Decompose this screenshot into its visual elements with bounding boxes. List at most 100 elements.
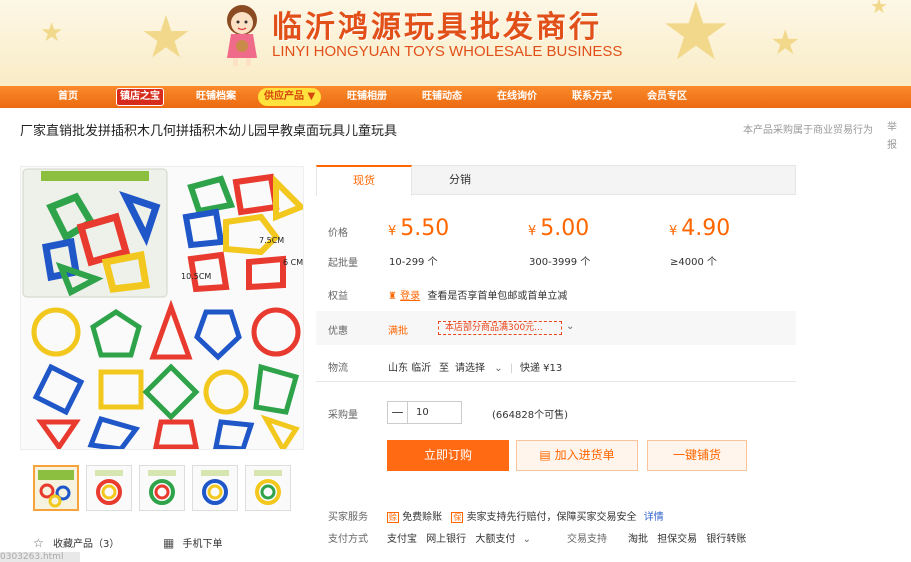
gift-icon: ♜ [388,291,397,302]
clipboard-icon: ▤ [539,448,551,462]
tier-qty-3: ≥4000 个 [670,257,718,268]
star-decoration-icon: ★ [770,23,801,63]
shop-banner: ★ ★ ★ ★ ★ 临沂鸿源玩具批发商行 LINYI HONGYUAN TOYS… [0,0,911,86]
chevron-down-icon[interactable]: ⌄ [566,321,574,332]
shop-name-en: LINYI HONGYUAN TOYS WHOLESALE BUSINESS [272,43,623,60]
star-icon: ☆ [33,536,44,550]
nav-inquiry[interactable]: 在线询价 [497,86,537,108]
price-tier-2: ¥5.00 [528,216,589,241]
logistics-label: 物流 [328,363,348,374]
doll-logo-icon [227,5,257,66]
stock-count: (664828个可售) [492,410,568,421]
destination-select[interactable]: 请选择 ⌄ | [455,359,513,374]
express-fee: 快递 ¥13 [520,363,563,374]
thumbnail-1[interactable] [33,465,79,511]
payment-label: 支付方式 [328,534,368,545]
blocks-photo: 7.5CM 10.5CM 6 CM [21,167,303,449]
promo-tag: 满批 [388,326,408,337]
thumbnail-2[interactable] [86,465,132,511]
nav-home[interactable]: 首页 [58,86,78,108]
product-title: 厂家直销批发拼插积木几何拼插积木幼儿园早教桌面玩具儿童玩具 [20,124,398,139]
service-row: 赊 免费赊账 保 卖家支持先行赔付，保障买家交易安全 详情 [387,508,664,523]
chevron-down-icon: ⌄ [494,363,503,374]
favorite-button[interactable]: ☆ 收藏产品（3） [33,535,119,550]
price-value: 5.50 [400,216,450,241]
nav-contact[interactable]: 联系方式 [572,86,612,108]
dimension-label-3: 6 CM [283,258,303,267]
dimension-label-2: 10.5CM [181,272,211,281]
one-click-distribute-button[interactable]: 一键铺货 [647,440,747,471]
payment-alipay: 支付宝 [387,534,417,545]
price-tier-3: ¥4.90 [669,216,730,241]
mobile-order-button[interactable]: ▦ 手机下单 [163,535,223,550]
favorite-label: 收藏产品（3） [52,539,120,550]
add-to-cart-button[interactable]: ▤ 加入进货单 [516,440,638,471]
nav-profile[interactable]: 旺铺档案 [196,86,236,108]
quantity-input[interactable]: 10 [416,402,429,423]
mobile-order-label: 手机下单 [182,539,223,550]
divider: | [509,363,514,374]
nav-member[interactable]: 会员专区 [647,86,687,108]
currency-symbol: ¥ [528,224,537,239]
thumbnail-3[interactable] [139,465,185,511]
star-decoration-icon: ★ [660,0,732,78]
rights-text: 查看是否享首单包邮或首单立减 [427,291,568,302]
coupon-badge[interactable]: 本店部分商品满300元... [438,321,562,335]
price-tier-1: ¥5.50 [388,216,449,241]
trade-method-1: 淘批 [628,534,648,545]
ship-to-word: 至 [439,363,449,374]
nav-products-dropdown[interactable]: 供应产品 ▼ [258,88,322,106]
rights-row: ♜ 登录 查看是否享首单包邮或首单立减 [388,287,567,302]
service-label: 买家服务 [328,512,368,523]
service-item-2: 卖家支持先行赔付，保障买家交易安全 [466,512,637,523]
currency-symbol: ¥ [388,224,397,239]
dimension-label-1: 7.5CM [259,236,284,245]
rights-label: 权益 [328,291,348,302]
credit-icon: 赊 [387,512,399,523]
payment-large[interactable]: 大额支付 [475,534,515,545]
nav-album[interactable]: 旺铺相册 [347,86,387,108]
thumb-image-3 [140,466,184,510]
buy-now-button[interactable]: 立即订购 [387,440,509,471]
divider-line [316,381,796,382]
tab-distribution[interactable]: 分销 [412,165,508,195]
thumbnail-4[interactable] [192,465,238,511]
moq-label: 起批量 [328,258,358,269]
promo-label: 优惠 [328,326,348,337]
quantity-label: 采购量 [328,410,358,421]
chevron-down-icon[interactable]: ⌄ [523,534,531,545]
login-link[interactable]: 登录 [400,291,420,302]
service-detail-link[interactable]: 详情 [644,512,664,523]
star-decoration-icon: ★ [40,18,64,48]
nav-treasure[interactable]: 镇店之宝 [116,88,164,106]
price-value: 5.00 [540,216,590,241]
star-decoration-icon: ★ [140,3,192,71]
thumb-image-4 [193,466,237,510]
tab-spot[interactable]: 现货 [316,165,412,196]
thumb-image-5 [246,466,290,510]
qr-code-icon: ▦ [163,536,175,550]
quantity-stepper: — 10 [387,401,462,424]
trade-method-2: 担保交易 [657,534,698,545]
nav-news[interactable]: 旺铺动态 [422,86,462,108]
thumb-image-1 [35,467,77,509]
trade-method-3: 银行转账 [706,534,747,545]
sale-type-tabs: 现货 分销 [316,165,796,196]
payment-online-bank: 网上银行 [426,534,467,545]
price-label: 价格 [328,228,348,239]
shop-nav-bar: 首页 镇店之宝 旺铺档案 供应产品 ▼ 旺铺相册 旺铺动态 在线询价 联系方式 … [0,86,911,108]
star-decoration-icon: ★ [870,0,888,18]
service-item-1: 免费赊账 [402,512,443,523]
status-url: 0303263.html [0,552,80,562]
tier-qty-1: 10-299 个 [389,257,438,268]
destination-select-label: 请选择 [455,363,485,374]
thumb-image-2 [87,466,131,510]
decrement-button[interactable]: — [388,402,408,423]
currency-symbol: ¥ [669,224,678,239]
trade-note: 本产品采购属于商业贸易行为 [743,125,873,136]
report-link[interactable]: 举报 [887,119,901,155]
thumbnail-5[interactable] [245,465,291,511]
add-to-cart-label: 加入进货单 [554,448,615,462]
payment-methods: 支付宝 网上银行 大额支付 ⌄ [387,530,531,545]
product-main-image[interactable]: 7.5CM 10.5CM 6 CM [20,166,304,450]
